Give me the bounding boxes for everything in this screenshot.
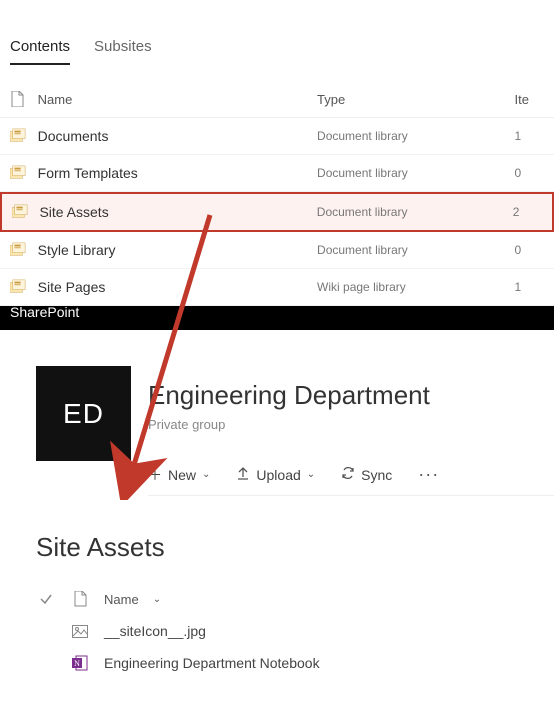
plus-icon: ＋: [148, 465, 162, 485]
library-icon: [10, 279, 38, 295]
table-row[interactable]: Site Pages Wiki page library 1: [0, 269, 554, 306]
name-column-header[interactable]: Name: [104, 592, 139, 607]
file-name: Engineering Department Notebook: [104, 655, 320, 671]
file-icon: [70, 591, 90, 607]
table-row[interactable]: Form Templates Document library 0: [0, 155, 554, 192]
group-title: Engineering Department: [148, 380, 554, 411]
upload-label: Upload: [256, 467, 300, 483]
header-name[interactable]: Name: [38, 92, 317, 107]
row-type: Document library: [317, 205, 513, 219]
more-button[interactable]: ···: [418, 464, 439, 485]
suite-bar: SharePoint: [0, 306, 554, 330]
library-icon: [10, 242, 38, 258]
new-label: New: [168, 467, 196, 483]
chevron-down-icon: ⌄: [202, 469, 210, 480]
tabs: Contents Subsites: [0, 0, 554, 65]
section-title: Site Assets: [36, 532, 554, 563]
sync-label: Sync: [361, 467, 392, 483]
contents-table: Name Type Ite Documents Document library…: [0, 81, 554, 306]
chevron-down-icon[interactable]: ⌄: [153, 594, 161, 605]
row-items: 2: [513, 205, 552, 219]
row-type: Document library: [317, 129, 514, 143]
row-type: Document library: [317, 166, 514, 180]
row-type: Document library: [317, 243, 514, 257]
group-header: Engineering Department Private group: [148, 380, 554, 432]
sync-icon: [341, 466, 355, 483]
row-items: 0: [515, 243, 554, 257]
table-row[interactable]: Style Library Document library 0: [0, 232, 554, 269]
group-avatar: ED: [36, 366, 131, 461]
new-button[interactable]: ＋ New ⌄: [148, 465, 210, 485]
upload-button[interactable]: Upload ⌄: [236, 466, 315, 483]
header-items[interactable]: Ite: [515, 92, 554, 107]
row-name: Documents: [38, 128, 317, 144]
file-row[interactable]: __siteIcon__.jpg: [36, 615, 554, 647]
row-items: 1: [515, 280, 554, 294]
library-view: ED Engineering Department Private group …: [0, 330, 554, 679]
chevron-down-icon: ⌄: [307, 469, 315, 480]
check-icon[interactable]: [36, 592, 56, 606]
group-subtitle: Private group: [148, 417, 554, 432]
upload-icon: [236, 466, 250, 483]
row-items: 1: [515, 129, 554, 143]
header-type[interactable]: Type: [317, 92, 514, 107]
library-icon: [10, 128, 38, 144]
row-type: Wiki page library: [317, 280, 514, 294]
library-icon: [10, 165, 38, 181]
file-name: __siteIcon__.jpg: [104, 623, 206, 639]
row-name: Site Assets: [39, 204, 316, 220]
row-name: Form Templates: [38, 165, 317, 181]
sync-button[interactable]: Sync: [341, 466, 392, 483]
tab-subsites[interactable]: Subsites: [94, 30, 152, 65]
toolbar: ＋ New ⌄ Upload ⌄ Sync ···: [148, 454, 554, 496]
tab-contents[interactable]: Contents: [10, 30, 70, 65]
file-list-header: Name ⌄: [36, 583, 554, 615]
onenote-icon: N: [70, 655, 90, 671]
file-row[interactable]: N Engineering Department Notebook: [36, 647, 554, 679]
table-row[interactable]: Documents Document library 1: [0, 118, 554, 155]
file-icon: [10, 91, 38, 107]
image-icon: [70, 625, 90, 638]
library-icon: [12, 204, 39, 220]
row-name: Site Pages: [38, 279, 317, 295]
table-row-site-assets[interactable]: Site Assets Document library 2: [0, 192, 554, 232]
svg-text:N: N: [74, 659, 80, 668]
table-header: Name Type Ite: [0, 81, 554, 118]
file-list: Name ⌄ __siteIcon__.jpg N Engineering De…: [36, 583, 554, 679]
row-items: 0: [515, 166, 554, 180]
row-name: Style Library: [38, 242, 317, 258]
